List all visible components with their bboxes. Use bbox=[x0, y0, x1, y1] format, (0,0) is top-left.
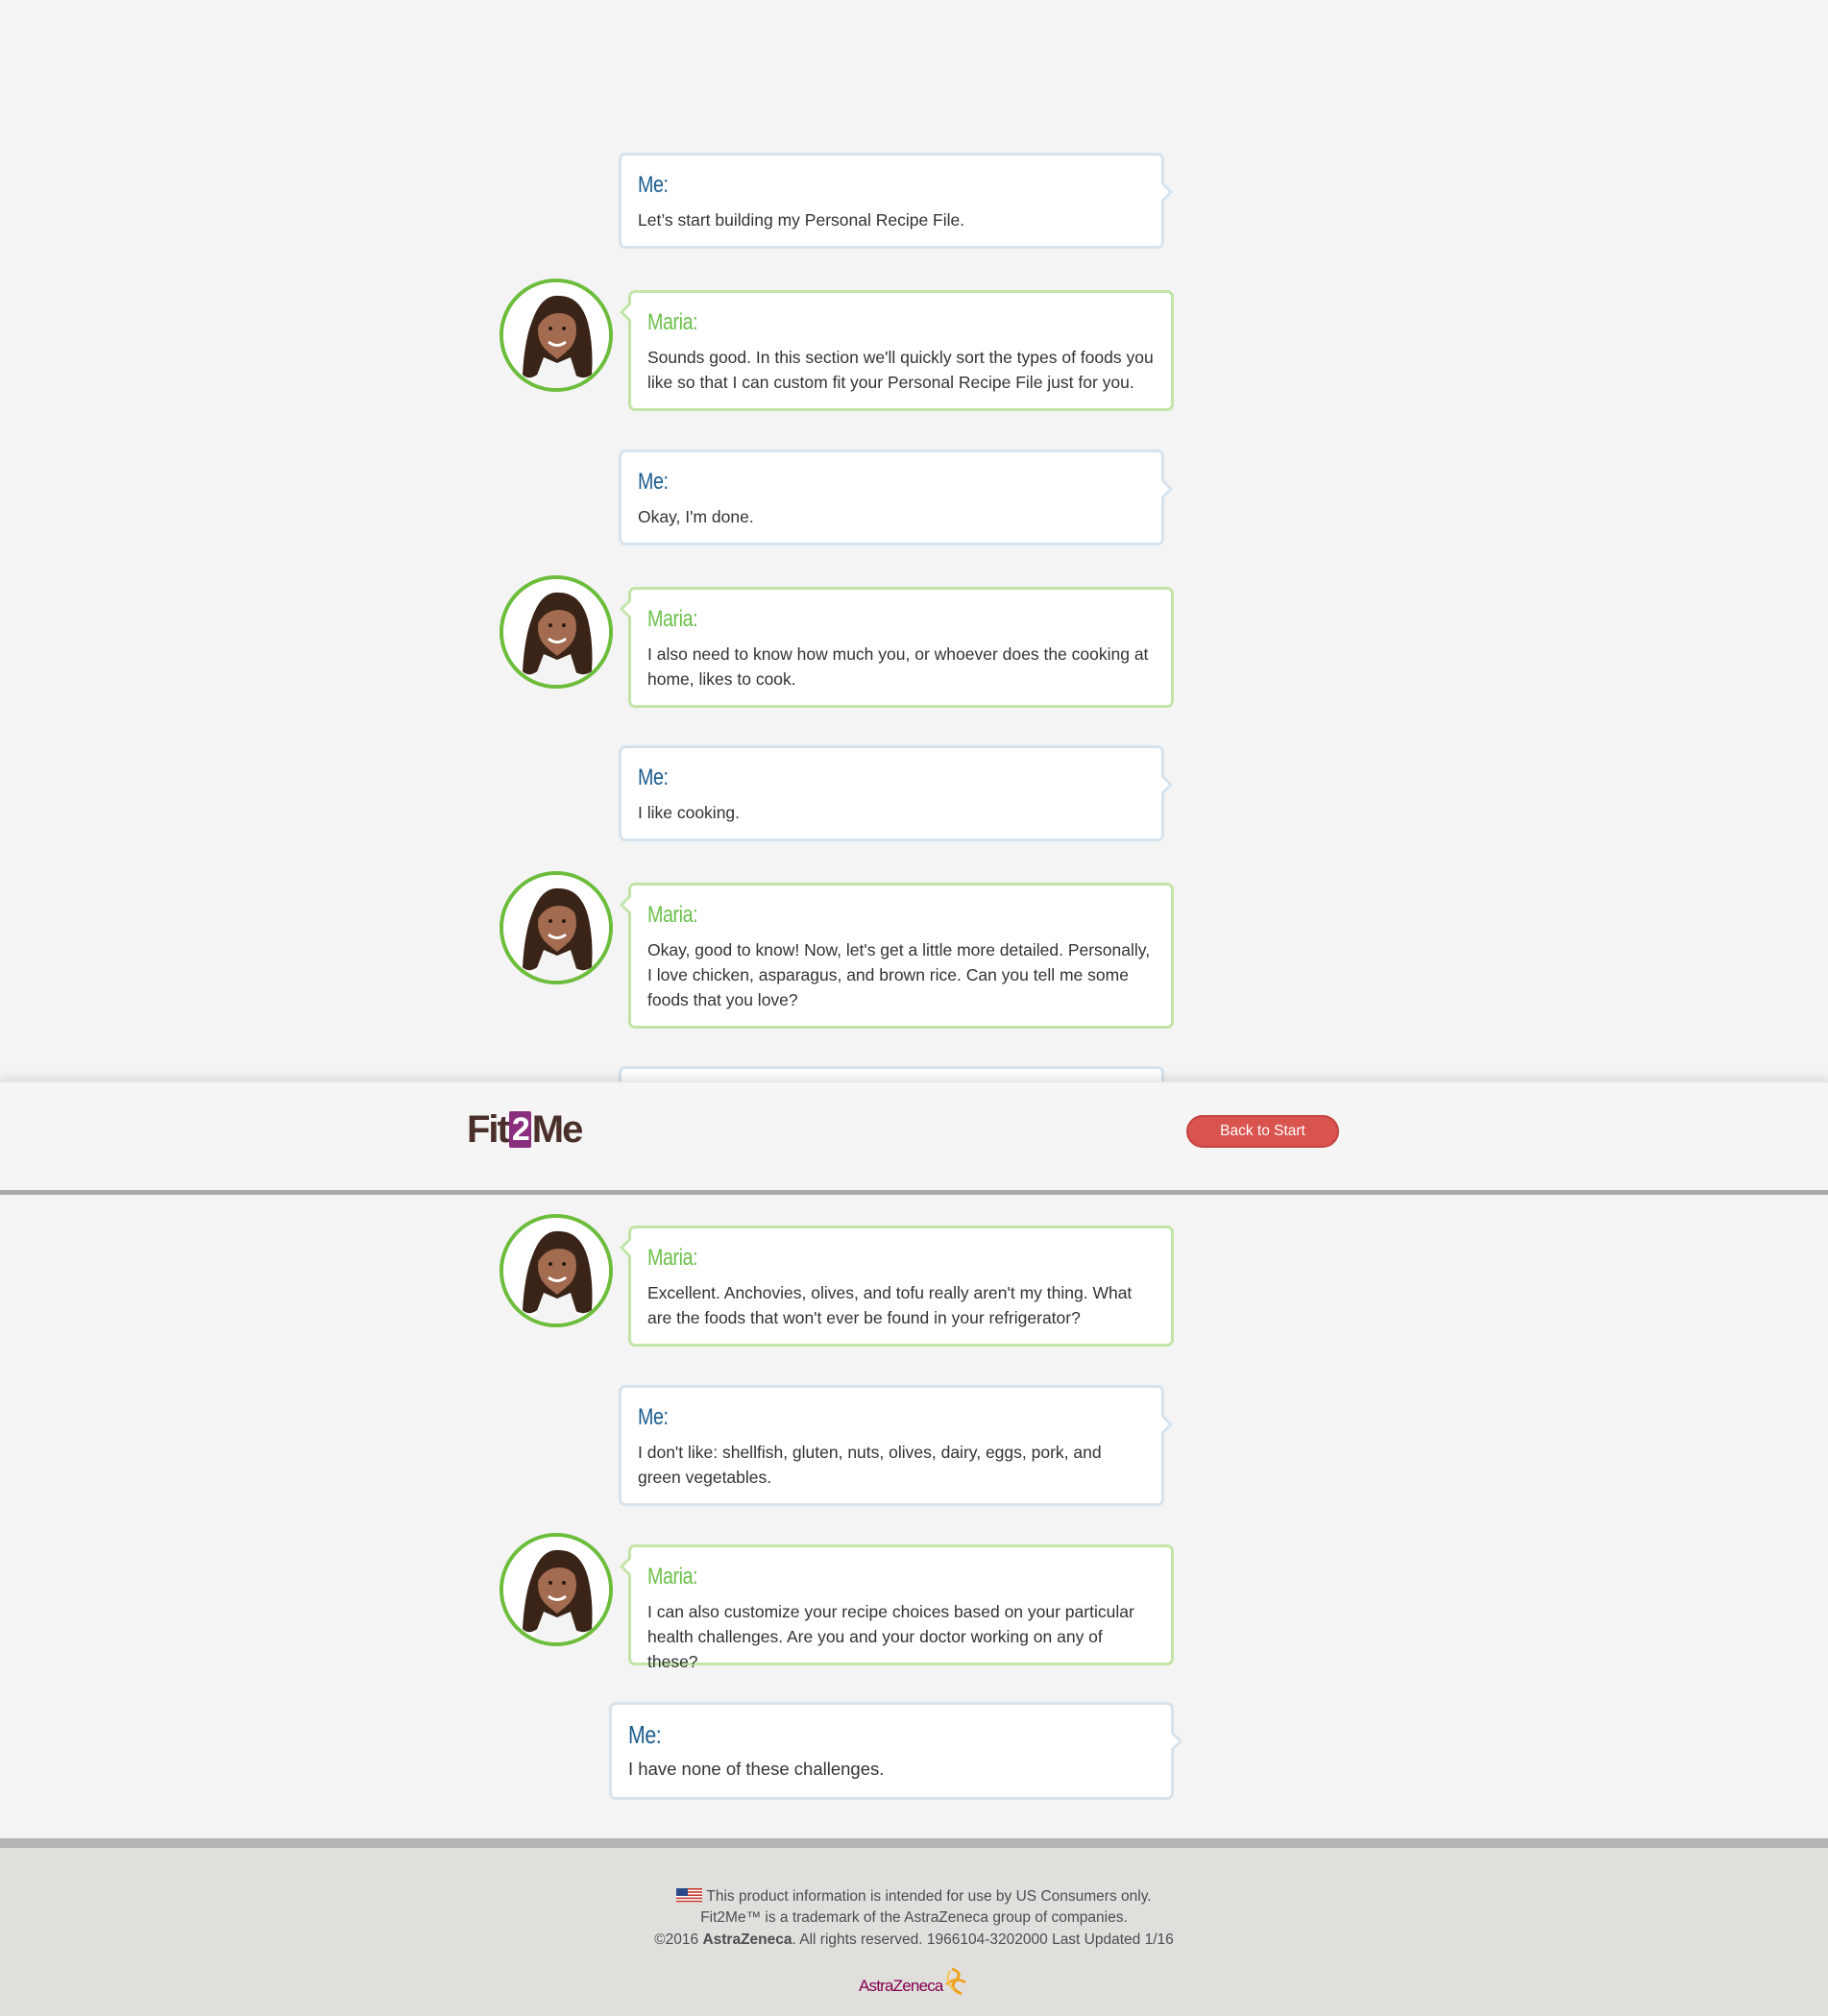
logo-text-number: 2 bbox=[508, 1111, 531, 1148]
speaker-name: Me: bbox=[638, 765, 669, 790]
logo-text-fit: Fit bbox=[467, 1108, 510, 1151]
message-text: I don't like: shellfish, gluten, nuts, o… bbox=[638, 1443, 1102, 1487]
astrazeneca-logo[interactable]: AstraZeneca bbox=[859, 1967, 972, 2000]
speaker-name: Maria: bbox=[647, 1245, 698, 1271]
user-message: Me: I like cooking. bbox=[619, 745, 1173, 841]
logo-text-me: Me bbox=[531, 1108, 584, 1151]
maria-portrait-icon bbox=[503, 1218, 609, 1324]
back-to-start-button[interactable]: Back to Start bbox=[1186, 1115, 1339, 1148]
footer-line-2: Fit2Me™ is a trademark of the AstraZenec… bbox=[700, 1909, 1128, 1926]
speaker-name: Maria: bbox=[647, 309, 698, 335]
message-text: Okay, good to know! Now, let's get a lit… bbox=[647, 940, 1151, 1009]
speaker-name: Maria: bbox=[647, 902, 698, 928]
maria-message: Maria: I can also customize your recipe … bbox=[620, 1544, 1174, 1671]
maria-message: Maria: Okay, good to know! Now, let's ge… bbox=[620, 883, 1174, 1029]
footer-copyright: ©2016 AstraZeneca. All rights reserved. … bbox=[0, 1930, 1828, 1951]
user-message: Me: Okay, I'm done. bbox=[619, 449, 1173, 546]
us-flag-icon bbox=[676, 1888, 703, 1903]
message-text: I can also customize your recipe choices… bbox=[647, 1602, 1134, 1671]
message-text: I like cooking. bbox=[638, 803, 741, 822]
speaker-name: Me: bbox=[628, 1720, 662, 1749]
message-text: I also need to know how much you, or who… bbox=[647, 644, 1149, 689]
astrazeneca-wordmark: AstraZeneca bbox=[859, 1977, 943, 1995]
user-message: Me: Let’s start building my Personal Rec… bbox=[619, 153, 1173, 249]
maria-avatar bbox=[500, 871, 613, 984]
maria-avatar bbox=[500, 575, 613, 689]
header-bar: Fit 2 Me Back to Start bbox=[0, 1081, 1828, 1195]
copyright-brand: AstraZeneca bbox=[702, 1931, 792, 1948]
message-text: I have none of these challenges. bbox=[628, 1759, 885, 1779]
fit2me-logo[interactable]: Fit 2 Me bbox=[467, 1107, 584, 1152]
maria-portrait-icon bbox=[503, 875, 609, 981]
speaker-name: Maria: bbox=[647, 606, 698, 632]
header-divider bbox=[0, 1190, 1828, 1195]
conversation-thread: Me: Let’s start building my Personal Rec… bbox=[0, 0, 1828, 1834]
maria-avatar bbox=[500, 1214, 613, 1327]
maria-avatar bbox=[500, 1533, 613, 1646]
footer-consumer-notice: This product information is intended for… bbox=[0, 1886, 1828, 1907]
maria-portrait-icon bbox=[503, 579, 609, 685]
footer: This product information is intended for… bbox=[0, 1838, 1828, 2016]
user-message: Me: I don't like: shellfish, gluten, nut… bbox=[619, 1385, 1173, 1506]
speaker-name: Me: bbox=[638, 1404, 669, 1430]
maria-message: Maria: Excellent. Anchovies, olives, and… bbox=[620, 1226, 1174, 1347]
maria-portrait-icon bbox=[503, 1537, 609, 1642]
message-text: Excellent. Anchovies, olives, and tofu r… bbox=[647, 1283, 1133, 1327]
user-message: Me: I have none of these challenges. bbox=[609, 1702, 1182, 1800]
copyright-suffix: . All rights reserved. 1966104-3202000 L… bbox=[792, 1931, 1174, 1948]
copyright-prefix: ©2016 bbox=[654, 1931, 703, 1948]
message-text: Okay, I'm done. bbox=[638, 507, 754, 526]
astrazeneca-symbol-icon bbox=[945, 1967, 966, 1996]
message-text: Sounds good. In this section we'll quick… bbox=[647, 348, 1154, 392]
speaker-name: Me: bbox=[638, 469, 669, 495]
message-text: Let’s start building my Personal Recipe … bbox=[638, 210, 965, 230]
maria-portrait-icon bbox=[503, 282, 609, 388]
maria-message: Maria: I also need to know how much you,… bbox=[620, 587, 1174, 708]
maria-avatar bbox=[500, 279, 613, 392]
speaker-name: Maria: bbox=[647, 1564, 698, 1590]
footer-line-1: This product information is intended for… bbox=[706, 1888, 1152, 1905]
maria-message: Maria: Sounds good. In this section we'l… bbox=[620, 290, 1174, 411]
speaker-name: Me: bbox=[638, 172, 669, 198]
